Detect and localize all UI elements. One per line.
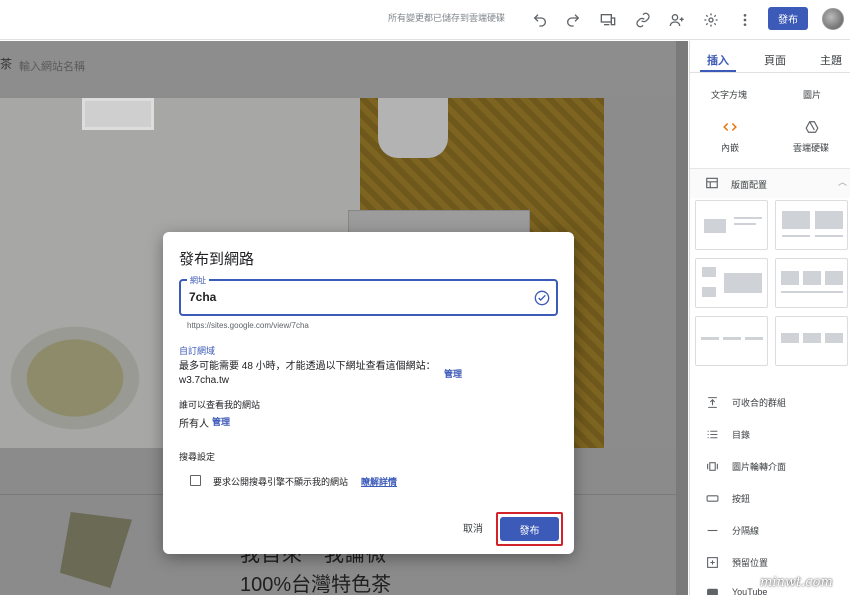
layout-option-1[interactable] <box>695 200 768 250</box>
undo-icon[interactable] <box>530 10 550 30</box>
site-name-input[interactable]: 輸入網站名稱 <box>19 58 85 74</box>
site-logo: 茶 <box>0 57 13 71</box>
layout-option-3[interactable] <box>695 258 768 308</box>
button-item[interactable]: 按鈕 <box>704 491 750 505</box>
layout-option-6[interactable] <box>775 316 848 366</box>
manage-domain-link[interactable]: 管理 <box>444 367 462 380</box>
preview-icon[interactable] <box>598 10 618 30</box>
drive-item[interactable]: 雲端硬碟 <box>793 141 829 154</box>
button-icon <box>704 491 720 505</box>
chevron-up-icon[interactable]: ︿ <box>838 175 847 188</box>
add-person-icon[interactable] <box>667 10 687 30</box>
drive-icon <box>804 119 820 135</box>
tab-insert[interactable]: 插入 <box>707 52 729 68</box>
layout-option-5[interactable] <box>695 316 768 366</box>
url-label: 網址 <box>187 275 209 286</box>
placeholder-icon <box>704 555 720 569</box>
redo-icon[interactable] <box>563 10 583 30</box>
youtube-item[interactable]: YouTube <box>704 585 767 595</box>
images-item[interactable]: 圖片 <box>803 88 821 101</box>
publish-button-top[interactable]: 發布 <box>768 7 808 30</box>
layout-icon <box>704 175 720 191</box>
carousel-icon <box>704 459 720 473</box>
publish-dialog: 發布到網路 網址 https://sites.google.com/view/7… <box>163 232 574 554</box>
divider-icon <box>704 523 720 537</box>
top-toolbar: 所有變更都已儲存到雲端硬碟 發布 <box>0 0 850 40</box>
hide-from-search-label[interactable]: 要求公開搜尋引擎不顯示我的網站 <box>213 475 348 488</box>
embed-item[interactable]: 內嵌 <box>721 141 739 154</box>
hide-from-search-checkbox[interactable] <box>190 475 201 486</box>
who-can-view-value: 所有人 <box>179 419 209 430</box>
toc-item[interactable]: 目錄 <box>704 427 750 441</box>
check-circle-icon <box>534 290 550 306</box>
layout-option-2[interactable] <box>775 200 848 250</box>
code-icon <box>722 119 738 135</box>
learn-more-link[interactable]: 瞭解詳情 <box>361 475 397 488</box>
watermark: minwt.com <box>760 575 833 590</box>
site-header <box>0 41 676 97</box>
custom-domain-label: 自訂網域 <box>179 346 216 356</box>
who-can-view-label: 誰可以查看我的網站 <box>179 400 261 410</box>
layouts-label: 版面配置 <box>731 180 768 190</box>
avatar[interactable] <box>822 8 844 30</box>
save-status: 所有變更都已儲存到雲端硬碟 <box>388 13 506 23</box>
manage-visibility-link[interactable]: 管理 <box>212 415 230 428</box>
toc-icon <box>704 427 720 441</box>
carousel-item[interactable]: 圖片輪轉介面 <box>704 459 786 473</box>
collapsible-group-item[interactable]: 可收合的群組 <box>704 395 786 409</box>
url-hint: https://sites.google.com/view/7cha <box>187 321 309 330</box>
dialog-title: 發布到網路 <box>179 251 255 268</box>
tab-pages[interactable]: 頁面 <box>764 52 786 68</box>
lower-title-2: 100%台灣特色茶 <box>240 574 392 595</box>
cancel-button[interactable]: 取消 <box>463 520 483 535</box>
divider-item[interactable]: 分隔線 <box>704 523 759 537</box>
publish-button[interactable]: 發布 <box>500 517 559 541</box>
text-box-item[interactable]: 文字方塊 <box>711 88 747 101</box>
more-icon[interactable] <box>735 10 755 30</box>
link-icon[interactable] <box>633 10 653 30</box>
url-input[interactable] <box>189 290 489 304</box>
search-settings-label: 搜尋設定 <box>179 452 216 462</box>
layout-option-4[interactable] <box>775 258 848 308</box>
tab-themes[interactable]: 主題 <box>820 52 842 68</box>
collapse-icon <box>704 395 720 409</box>
gear-icon[interactable] <box>701 10 721 30</box>
youtube-icon <box>704 585 720 595</box>
placeholder-item[interactable]: 預留位置 <box>704 555 768 569</box>
domain-info-text: 最多可能需要 48 小時，才能透過以下網址查看這個網站： w3.7cha.tw <box>179 361 436 386</box>
